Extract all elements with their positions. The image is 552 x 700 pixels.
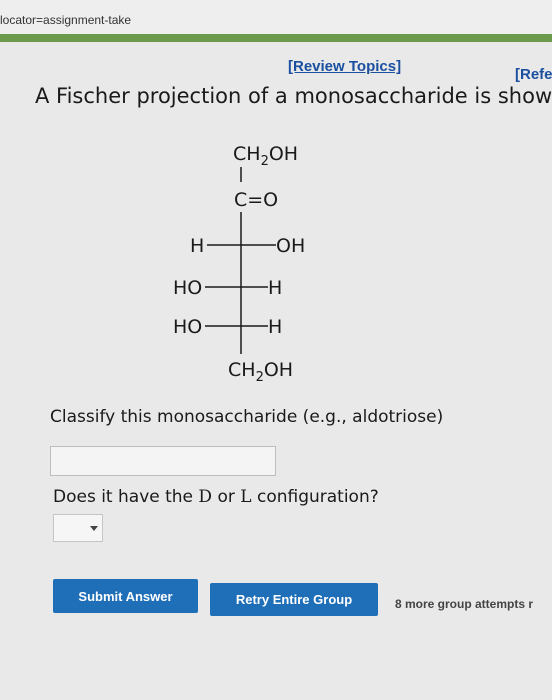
config-prefix: Does it have the: [53, 487, 199, 507]
config-suffix: configuration?: [251, 487, 379, 507]
browser-address-bar[interactable]: locator=assignment-take: [0, 0, 552, 35]
bottom-sub-2: 2: [256, 370, 264, 385]
config-l-letter: L: [240, 487, 252, 507]
row1-right-label: OH: [276, 235, 305, 257]
row3-left-label: HO: [173, 316, 202, 338]
configuration-select[interactable]: [53, 514, 103, 542]
bottom-oh-part: OH: [264, 359, 293, 381]
url-text: locator=assignment-take: [0, 13, 132, 27]
top-ch2-part: CH: [233, 143, 261, 165]
config-or: or: [212, 487, 241, 507]
fischer-projection: CH2OH C=O H OH HO H HO H CH2OH: [173, 143, 305, 385]
assignment-content: [Review Topics] [Refe A Fischer projecti…: [0, 42, 552, 700]
config-d-letter: D: [198, 487, 213, 507]
row2-left-label: HO: [173, 277, 202, 299]
bottom-group-label: CH2OH: [228, 359, 293, 385]
chevron-down-icon: [90, 526, 98, 531]
submit-answer-button[interactable]: Submit Answer: [53, 579, 198, 613]
row3-right-label: H: [268, 316, 282, 338]
classification-input[interactable]: [50, 446, 276, 476]
row2-right-label: H: [268, 277, 282, 299]
top-oh-part: OH: [269, 143, 298, 165]
retry-entire-group-button[interactable]: Retry Entire Group: [210, 583, 378, 616]
bottom-ch2-part: CH: [228, 359, 256, 381]
top-group-label: CH2OH: [233, 143, 298, 169]
configuration-question: Does it have the D or L configuration?: [53, 487, 379, 507]
classify-label: Classify this monosaccharide (e.g., aldo…: [50, 407, 444, 427]
carbonyl-label: C=O: [234, 189, 278, 211]
top-sub-2: 2: [261, 154, 269, 169]
attempts-remaining-text: 8 more group attempts r: [395, 597, 534, 611]
header-accent-bar: [0, 34, 552, 42]
row1-left-label: H: [190, 235, 204, 257]
